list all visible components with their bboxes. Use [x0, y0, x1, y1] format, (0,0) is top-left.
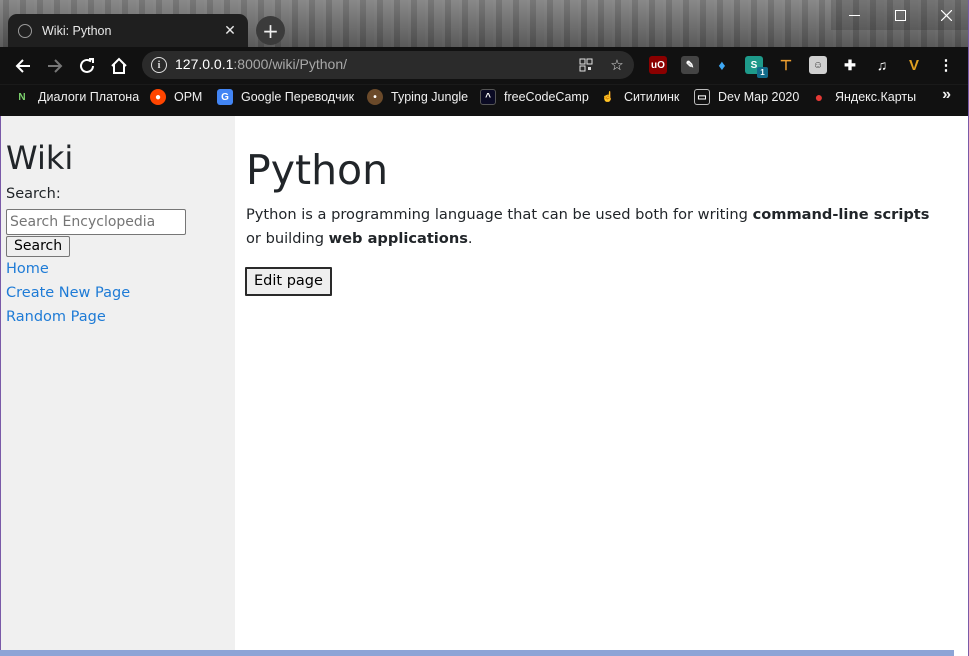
body-text: .	[467, 230, 473, 247]
tab-title: Wiki: Python	[42, 23, 112, 38]
main-content: Python Python is a programming language …	[235, 116, 968, 650]
home-button[interactable]	[106, 53, 132, 79]
ublock-icon[interactable]: uO	[649, 56, 667, 74]
maximize-button[interactable]	[877, 0, 923, 30]
search-button[interactable]: Search	[6, 236, 71, 257]
forward-button[interactable]	[42, 53, 68, 79]
search-label: Search:	[6, 186, 61, 202]
google-translate-icon: G	[217, 89, 233, 105]
window-controls	[831, 0, 969, 30]
bookmark-item[interactable]: N Диалоги Платона	[14, 87, 139, 107]
media-queue-icon[interactable]: ♫	[873, 56, 891, 74]
search-input[interactable]	[6, 209, 186, 235]
body-bold-text: web applications	[328, 230, 468, 247]
url-path: :8000/wiki/Python/	[233, 56, 348, 72]
body-bold-text: command-line scripts	[752, 206, 930, 223]
puzzle-icon[interactable]: ✚	[841, 56, 859, 74]
bookmark-item[interactable]: ☝ Ситилинк	[600, 87, 680, 107]
body-text: Python is a programming language that ca…	[246, 206, 753, 223]
sidebar-link-random-page[interactable]: Random Page	[6, 309, 106, 325]
reload-button[interactable]	[74, 53, 100, 79]
bookmark-label: Typing Jungle	[391, 90, 469, 104]
bookmark-label: Ситилинк	[624, 90, 680, 104]
arrow-left-icon	[15, 59, 30, 73]
bookmark-label: freeCodeCamp	[504, 90, 589, 104]
url-host: 127.0.0.1	[175, 56, 234, 72]
browser-chrome: Wiki: Python ✕ + i 127.0.0.1:8000/wiki/P…	[0, 0, 969, 116]
bookmark-label: Яндекс.Карты	[835, 90, 917, 104]
devmap-icon: ▭	[694, 89, 710, 105]
extension-cat-icon[interactable]: ✎	[681, 56, 699, 74]
bookmark-label: Диалоги Платона	[38, 90, 140, 104]
reddit-icon: ●	[150, 89, 166, 105]
qr-code-icon[interactable]	[578, 57, 594, 73]
globe-icon	[18, 23, 32, 38]
close-window-button[interactable]	[923, 0, 969, 30]
new-tab-button[interactable]: +	[256, 16, 285, 45]
address-bar[interactable]: i 127.0.0.1:8000/wiki/Python/ ☆	[142, 51, 634, 79]
map-pin-icon: ●	[814, 89, 824, 105]
reload-icon	[80, 58, 94, 73]
bookmark-item[interactable]: ● ОРМ	[150, 87, 202, 107]
sidebar: Wiki Search: Search Home Create New Page…	[1, 116, 235, 650]
sidebar-link-create-new-page[interactable]: Create New Page	[6, 285, 130, 301]
more-bookmarks-button[interactable]: »	[942, 86, 951, 104]
page-title: Python	[246, 146, 389, 194]
sidebar-link-home[interactable]: Home	[6, 261, 49, 277]
back-button[interactable]	[10, 53, 36, 79]
typing-jungle-icon: •	[367, 89, 383, 105]
tab-close-icon[interactable]: ✕	[222, 22, 238, 39]
maximize-icon	[894, 9, 906, 21]
minimize-icon	[848, 14, 860, 16]
bookmark-label: Dev Map 2020	[718, 90, 800, 104]
menu-dots-icon[interactable]: ⋮	[937, 56, 955, 74]
sidebar-title: Wiki	[6, 139, 74, 177]
body-text: or building	[246, 230, 329, 247]
taskbar-strip	[0, 650, 954, 656]
n-logo-icon: N	[18, 91, 26, 103]
tool-icon[interactable]: ⊤	[777, 56, 795, 74]
arrow-right-icon	[48, 59, 63, 73]
url-text[interactable]: 127.0.0.1:8000/wiki/Python/	[175, 56, 347, 72]
bookmark-item[interactable]: ^ freeCodeCamp	[480, 87, 589, 107]
browser-tab[interactable]: Wiki: Python ✕	[8, 14, 248, 47]
bookmark-item[interactable]: ▭ Dev Map 2020	[694, 87, 799, 107]
bookmark-item[interactable]: ● Яндекс.Карты	[811, 87, 916, 107]
info-icon[interactable]: i	[151, 57, 167, 73]
article-body: Python is a programming language that ca…	[246, 203, 946, 251]
bookmark-label: Google Переводчик	[241, 90, 355, 104]
edit-page-button[interactable]: Edit page	[245, 267, 332, 296]
extension-badge: 1	[757, 67, 768, 78]
bookmark-star-icon[interactable]: ☆	[609, 56, 625, 74]
bookmark-label: ОРМ	[174, 90, 203, 104]
citilink-icon: ☝	[601, 91, 615, 103]
diamond-icon[interactable]: ♦	[713, 56, 731, 74]
bookmark-item[interactable]: • Typing Jungle	[367, 87, 468, 107]
extension-v-icon[interactable]: V	[905, 56, 923, 74]
home-icon	[111, 57, 127, 74]
extension-person-icon[interactable]: ☺	[809, 56, 827, 74]
bookmark-item[interactable]: G Google Переводчик	[217, 87, 354, 107]
close-icon	[940, 9, 952, 21]
minimize-button[interactable]	[831, 0, 877, 30]
freecodecamp-icon: ^	[480, 89, 496, 105]
